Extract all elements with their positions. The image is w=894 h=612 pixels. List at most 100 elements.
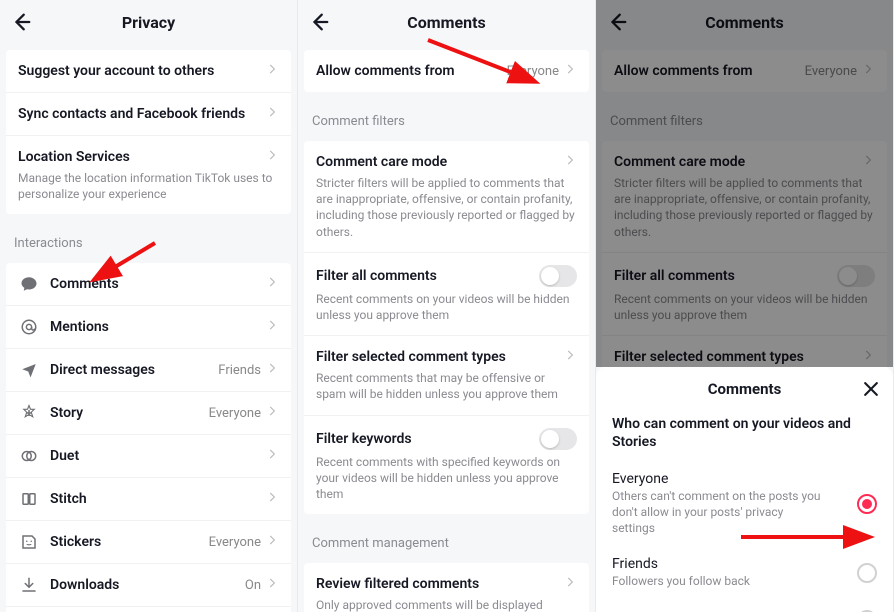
row-stickers[interactable]: Stickers Everyone <box>6 520 291 563</box>
row-description: Only approved comments will be displayed <box>304 597 589 612</box>
row-direct-messages[interactable]: Direct messages Friends <box>6 348 291 391</box>
row-label: Stickers <box>50 534 209 550</box>
row-mentions[interactable]: Mentions <box>6 305 291 348</box>
chevron-right-icon <box>563 348 577 366</box>
row-description: Stricter filters will be applied to comm… <box>304 175 589 252</box>
row-label: Comments <box>50 276 265 292</box>
back-button[interactable] <box>10 0 32 44</box>
chevron-right-icon <box>861 153 875 171</box>
row-allow-comments-from[interactable]: Allow comments from Everyone <box>602 50 887 92</box>
row-location-services[interactable]: Location Services <box>6 135 291 170</box>
toggle-filter-keywords[interactable] <box>539 428 577 450</box>
comment-icon <box>18 275 40 293</box>
download-icon <box>18 576 40 594</box>
back-button[interactable] <box>606 0 628 44</box>
page-title: Comments <box>705 13 783 32</box>
row-care-mode[interactable]: Comment care mode <box>304 141 589 175</box>
row-sync-contacts[interactable]: Sync contacts and Facebook friends <box>6 92 291 135</box>
chevron-right-icon <box>265 275 279 293</box>
row-label: Duet <box>50 448 265 464</box>
radio-everyone[interactable] <box>857 494 877 514</box>
row-comments[interactable]: Comments <box>6 263 291 305</box>
row-label: Suggest your account to others <box>18 63 265 79</box>
story-icon <box>18 404 40 422</box>
row-label: Filter selected comment types <box>316 349 563 365</box>
row-label: Comment care mode <box>316 154 563 170</box>
row-label: Filter all comments <box>316 268 539 284</box>
option-friends[interactable]: Friends Followers you follow back <box>596 546 893 600</box>
row-value: Everyone <box>209 535 261 550</box>
row-label: Direct messages <box>50 362 218 378</box>
row-suggest-account[interactable]: Suggest your account to others <box>6 50 291 92</box>
chevron-right-icon <box>265 62 279 80</box>
row-filter-all[interactable]: Filter all comments <box>602 252 887 291</box>
row-filter-all[interactable]: Filter all comments <box>304 252 589 291</box>
comment-mgmt-card: Review filtered comments Only approved c… <box>304 563 589 612</box>
toggle-filter-all[interactable] <box>539 265 577 287</box>
page-title: Privacy <box>122 13 175 32</box>
row-story[interactable]: Story Everyone <box>6 391 291 434</box>
row-label: Stitch <box>50 491 265 507</box>
comment-filters-card: Comment care mode Stricter filters will … <box>304 141 589 514</box>
chevron-right-icon <box>861 62 875 80</box>
pane-comments-sheet: Comments Allow comments from Everyone Co… <box>596 0 894 612</box>
row-value: Friends <box>218 363 261 378</box>
row-label: Filter keywords <box>316 431 539 447</box>
row-label: Story <box>50 405 209 421</box>
header: Privacy <box>0 0 297 44</box>
chevron-right-icon <box>265 361 279 379</box>
row-allow-comments-from[interactable]: Allow comments from Everyone <box>304 50 589 92</box>
back-arrow-icon <box>308 11 330 33</box>
option-title: Friends <box>612 556 857 572</box>
row-filter-keywords[interactable]: Filter keywords <box>304 415 589 454</box>
back-arrow-icon <box>10 11 32 33</box>
row-value: Everyone <box>209 406 261 421</box>
option-description: Others can't comment on the posts you do… <box>612 489 822 536</box>
option-description: Followers you follow back <box>612 574 822 590</box>
close-button[interactable] <box>861 367 881 411</box>
pane-comments: Comments Allow comments from Everyone Co… <box>298 0 596 612</box>
privacy-group-interactions: Comments Mentions Direct messages Friend… <box>6 263 291 612</box>
row-care-mode[interactable]: Comment care mode <box>602 141 887 175</box>
option-everyone[interactable]: Everyone Others can't comment on the pos… <box>596 461 893 546</box>
toggle-filter-all[interactable] <box>837 265 875 287</box>
back-button[interactable] <box>308 0 330 44</box>
row-label: Mentions <box>50 319 265 335</box>
dimmed-background: Comments Allow comments from Everyone Co… <box>596 0 893 378</box>
section-title-filters: Comment filters <box>298 100 595 135</box>
row-review-filtered[interactable]: Review filtered comments <box>304 563 589 597</box>
duet-icon <box>18 447 40 465</box>
mention-icon <box>18 318 40 336</box>
row-label: Location Services <box>18 149 265 165</box>
sheet-header: Comments <box>596 367 893 411</box>
row-filter-types[interactable]: Filter selected comment types <box>304 335 589 370</box>
row-value: Everyone <box>507 64 559 79</box>
row-downloads[interactable]: Downloads On <box>6 563 291 606</box>
chevron-right-icon <box>861 348 875 366</box>
row-duet[interactable]: Duet <box>6 434 291 477</box>
row-description: Recent comments with specified keywords … <box>304 454 589 515</box>
bottom-sheet-comments: Comments Who can comment on your videos … <box>596 367 893 612</box>
sheet-title: Comments <box>708 380 782 398</box>
row-description: Manage the location information TikTok u… <box>6 170 291 214</box>
radio-friends[interactable] <box>857 563 877 583</box>
row-description: Recent comments that may be offensive or… <box>304 370 589 414</box>
row-stitch[interactable]: Stitch <box>6 477 291 520</box>
chevron-right-icon <box>265 148 279 166</box>
chevron-right-icon <box>265 404 279 422</box>
chevron-right-icon <box>563 575 577 593</box>
back-arrow-icon <box>606 11 628 33</box>
chevron-right-icon <box>265 447 279 465</box>
header: Comments <box>298 0 595 44</box>
sticker-icon <box>18 533 40 551</box>
dm-icon <box>18 361 40 379</box>
chevron-right-icon <box>265 576 279 594</box>
row-following-list[interactable]: Following list Everyone <box>6 606 291 612</box>
privacy-group-account: Suggest your account to others Sync cont… <box>6 50 291 214</box>
option-no-one[interactable]: No one <box>596 600 893 612</box>
sheet-subtitle: Who can comment on your videos and Stori… <box>596 411 893 461</box>
allow-comments-card: Allow comments from Everyone <box>304 50 589 92</box>
row-label: Downloads <box>50 577 245 593</box>
row-value: On <box>245 578 261 593</box>
chevron-right-icon <box>563 62 577 80</box>
